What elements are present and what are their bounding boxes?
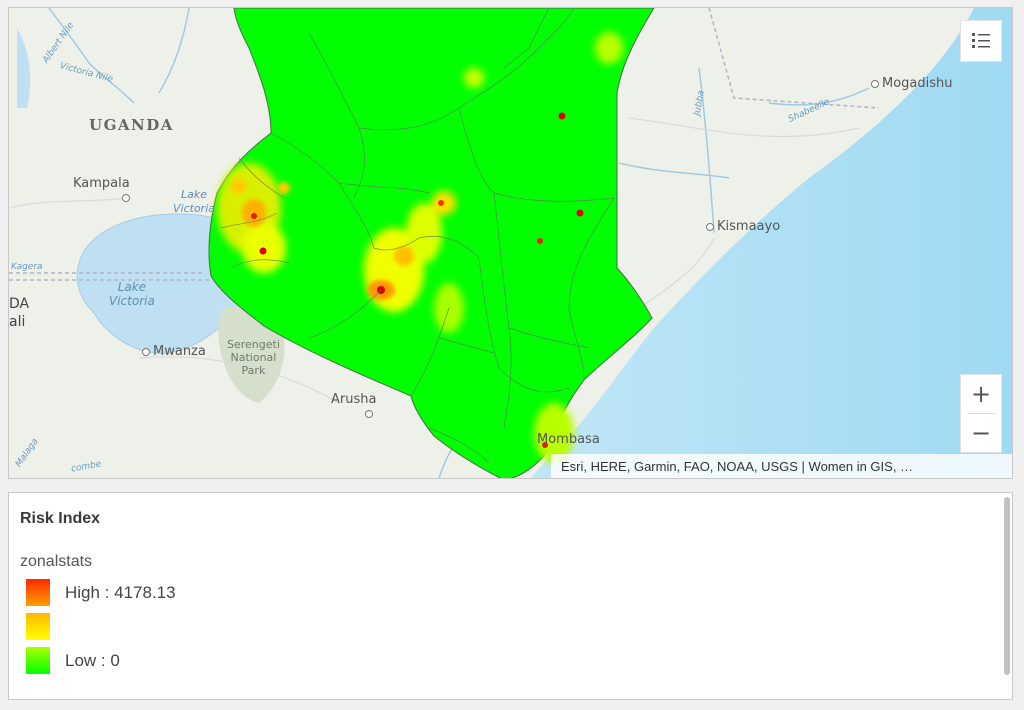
label-kismaayo: Kismaayo — [706, 219, 780, 234]
label-kampala: Kampala — [73, 176, 130, 191]
plus-icon: + — [970, 380, 992, 408]
label-kampala-text: Kampala — [73, 176, 130, 191]
label-serengeti: Serengeti National Park — [227, 338, 280, 377]
label-mombasa-text: Mombasa — [537, 432, 600, 447]
city-marker-mogadishu — [871, 79, 879, 88]
zoom-controls: + − — [960, 374, 1002, 453]
legend-icon — [972, 33, 990, 48]
legend-toggle-button[interactable] — [960, 20, 1002, 62]
city-marker-arusha — [365, 410, 373, 418]
label-mogadishu: Mogadishu — [871, 76, 953, 91]
legend-swatch-low — [26, 647, 50, 674]
label-mombasa: Mombasa — [537, 432, 600, 447]
label-mwanza: Mwanza — [142, 344, 206, 359]
legend-scrollbar[interactable] — [1004, 497, 1010, 675]
map-view[interactable]: UGANDA Kampala Mogadishu Kismaayo Mwanza… — [8, 7, 1013, 479]
label-uganda: UGANDA — [89, 116, 174, 134]
legend-layer-name: zonalstats — [20, 553, 93, 570]
label-lake-victoria: Lake Victoria — [109, 280, 155, 308]
label-arusha: Arusha — [331, 392, 376, 407]
label-partial-2: ali — [9, 314, 26, 330]
legend-item-high: High : 4178.13 — [26, 579, 176, 606]
legend-title: Risk Index — [20, 510, 101, 527]
legend-item-low: Low : 0 — [26, 647, 120, 674]
legend-swatch-high — [26, 579, 50, 606]
label-arusha-text: Arusha — [331, 392, 377, 407]
legend-swatch-mid — [26, 613, 50, 640]
city-marker-kismaayo — [706, 222, 714, 231]
label-mogadishu-text: Mogadishu — [882, 76, 953, 91]
city-marker-mwanza — [142, 347, 150, 356]
legend-label-high: High : 4178.13 — [65, 582, 176, 602]
zoom-in-button[interactable]: + — [961, 375, 1001, 413]
label-partial-1: DA — [9, 296, 30, 312]
basemap — [9, 8, 1012, 478]
legend-label-low: Low : 0 — [65, 650, 120, 670]
legend-panel: Risk Index zonalstats High : 4178.13 Low… — [8, 492, 1013, 700]
legend-item-mid — [26, 613, 65, 640]
label-partial-kagera: Kagera — [11, 262, 43, 272]
map-attribution[interactable]: Esri, HERE, Garmin, FAO, NOAA, USGS | Wo… — [551, 454, 1012, 478]
label-mwanza-text: Mwanza — [153, 344, 206, 359]
minus-icon: − — [970, 419, 992, 447]
city-marker-kampala — [122, 194, 130, 202]
zoom-out-button[interactable]: − — [961, 414, 1001, 452]
label-lake-victoria-small: Lake Victoria — [173, 188, 215, 215]
label-kismaayo-text: Kismaayo — [717, 219, 781, 234]
